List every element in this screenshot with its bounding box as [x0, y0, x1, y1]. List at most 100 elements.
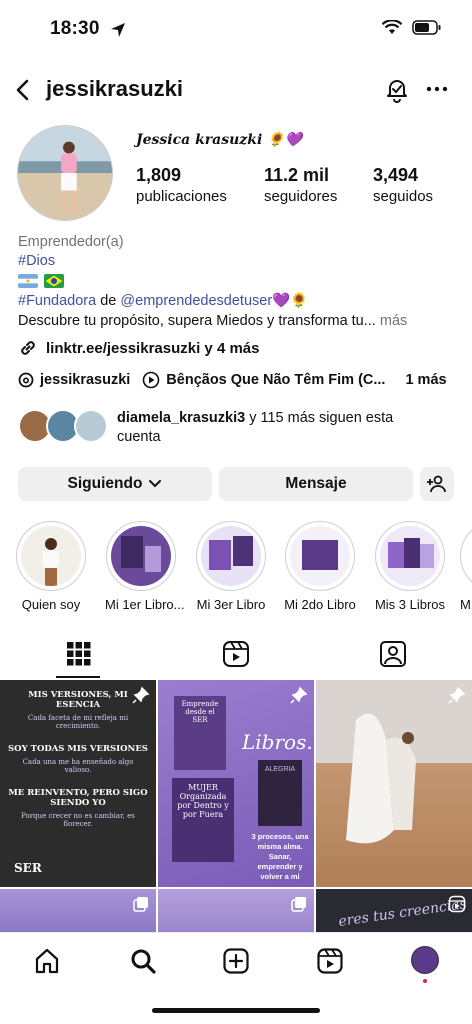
stat-followers[interactable]: 11.2 mil seguidores: [264, 165, 337, 205]
message-button-label: Mensaje: [285, 475, 347, 492]
followed-by-line2: cuenta: [117, 429, 161, 445]
highlight-mi-2do-libro[interactable]: Mi 2do Libro: [284, 521, 356, 612]
post-book: MUJER Organizada por Dentro y por Fuera: [172, 778, 234, 862]
grid-tab-icon[interactable]: [64, 640, 94, 668]
post-thumbnail[interactable]: Emprende desde el SER Libros. MUJER Orga…: [158, 680, 314, 887]
brazil-flag-icon: [44, 274, 64, 289]
threads-icon: [18, 372, 34, 388]
music-title[interactable]: Bênçãos Que Não Têm Fim (C...: [166, 372, 385, 388]
post-thumbnail[interactable]: MIS VERSIONES, MI ESENCIA Cada faceta de…: [0, 680, 156, 887]
status-icons: [382, 20, 442, 35]
post-text: ME REINVENTO, PERO SIGO SIENDO YO: [8, 788, 148, 808]
post-photo: [346, 713, 416, 844]
highlight-mi-3er-libro[interactable]: Mi 3er Libro: [195, 521, 267, 612]
post-thumbnail[interactable]: eres tus creencias: [316, 889, 472, 932]
profile-nav-avatar[interactable]: [411, 946, 439, 974]
reels-icon[interactable]: [316, 947, 344, 975]
highlight-mi-1er-libro[interactable]: Mi 1er Libro...: [105, 521, 185, 612]
highlight-quien-soy[interactable]: Quien soy: [15, 521, 87, 612]
profile-link-row[interactable]: linktr.ee/jessikrasuzki y 4 más: [18, 338, 259, 358]
followed-by-text[interactable]: diamela_krasuzki3 y 115 más siguen esta …: [117, 409, 393, 447]
wifi-icon: [382, 20, 402, 34]
stat-following-value: 3,494: [373, 165, 419, 185]
back-arrow-icon[interactable]: [12, 76, 36, 104]
suggested-users-button[interactable]: [420, 467, 454, 501]
bio-de: de: [100, 293, 117, 309]
play-circle-icon: [142, 371, 160, 389]
highlight-label: M: [460, 597, 471, 612]
battery-icon: [412, 20, 441, 35]
notification-dot: [423, 979, 427, 983]
carousel-icon: [291, 897, 306, 912]
reel-icon: [448, 895, 466, 913]
stat-following[interactable]: 3,494 seguidos: [373, 165, 433, 205]
home-icon[interactable]: [33, 947, 61, 975]
stat-posts-label: publicaciones: [136, 188, 227, 205]
post-text: 3 procesos, una misma alma. Sanar, empre…: [251, 832, 309, 881]
bio-description-line: Descubre tu propósito, supera Miedos y t…: [18, 312, 407, 331]
highlight-label: Mi 2do Libro: [284, 597, 356, 612]
notification-bell-icon[interactable]: [383, 75, 411, 103]
mention-link[interactable]: @emprendedesdetuser: [120, 293, 272, 309]
post-text: Porque crecer no es cambiar, es florecer…: [21, 812, 135, 828]
location-arrow-icon: [111, 23, 125, 37]
stat-followers-value: 11.2 mil: [264, 165, 330, 185]
post-text: Cada faceta de mi refleja mi crecimiento…: [27, 714, 129, 730]
post-book: ALEGRIA: [258, 760, 302, 826]
following-button[interactable]: Siguiendo: [18, 467, 212, 501]
following-button-label: Siguiendo: [67, 475, 143, 492]
chevron-down-icon: [149, 480, 162, 488]
status-time: 18:30: [50, 18, 100, 39]
avatar-photo: [18, 126, 112, 220]
flags-row: [18, 272, 70, 291]
bio-text: Descubre tu propósito, supera Miedos y t…: [18, 313, 376, 329]
post-text: Cada una me ha enseñado algo valioso.: [22, 758, 134, 774]
highlight-cover: [380, 526, 440, 586]
mention-emoji: 💜🌻: [272, 293, 309, 309]
more-options-icon[interactable]: [425, 80, 449, 98]
search-icon[interactable]: [129, 947, 157, 975]
stat-posts-value: 1,809: [136, 165, 182, 185]
highlight-cover: [111, 526, 171, 586]
highlight-cover: [201, 526, 261, 586]
hashtag-fundadora-link[interactable]: #Fundadora: [18, 293, 96, 309]
followed-by-name: diamela_krasuzki3: [117, 410, 246, 426]
header-username: jessikrasuzki: [46, 76, 183, 101]
bio-more-link[interactable]: más: [380, 313, 407, 329]
profile-category: Emprendedor(a): [18, 234, 124, 250]
stat-posts[interactable]: 1,809 publicaciones: [136, 165, 227, 205]
profile-avatar[interactable]: [17, 125, 113, 221]
add-person-icon: [427, 475, 446, 493]
highlight-label: Mi 1er Libro...: [105, 597, 185, 612]
post-book: Emprende desde el SER: [174, 696, 226, 770]
carousel-icon: [133, 897, 148, 912]
highlight-partial[interactable]: M: [460, 521, 472, 612]
threads-handle[interactable]: jessikrasuzki: [40, 372, 130, 388]
pin-icon: [290, 686, 308, 704]
highlight-mis-3-libros[interactable]: Mis 3 Libros: [374, 521, 446, 612]
highlight-label: Mis 3 Libros: [374, 597, 446, 612]
reels-tab-icon[interactable]: [221, 640, 251, 668]
followed-by-rest: y 115 más siguen esta: [245, 410, 394, 426]
pin-icon: [132, 686, 150, 704]
pin-icon: [448, 686, 466, 704]
post-brand: SER: [14, 861, 42, 875]
highlight-cover: [290, 526, 350, 586]
post-text: MIS VERSIONES, MI ESENCIA: [28, 690, 128, 710]
post-thumbnail[interactable]: [316, 680, 472, 887]
post-thumbnail[interactable]: [0, 889, 156, 932]
profile-full-name: Jessica krasuzki 🌻💜: [136, 132, 302, 148]
link-icon: [21, 341, 35, 355]
home-indicator: [152, 1008, 320, 1013]
avatar: [74, 409, 108, 443]
profile-link-text: linktr.ee/jessikrasuzki y 4 más: [46, 339, 260, 357]
music-more[interactable]: 1 más: [405, 372, 446, 388]
post-text: SOY TODAS MIS VERSIONES: [8, 744, 148, 754]
create-post-icon[interactable]: [222, 947, 250, 975]
message-button[interactable]: Mensaje: [219, 467, 413, 501]
stat-followers-label: seguidores: [264, 188, 338, 205]
post-thumbnail[interactable]: [158, 889, 314, 932]
post-text: Libros.: [242, 730, 313, 754]
tagged-tab-icon[interactable]: [378, 640, 408, 668]
hashtag-dios-link[interactable]: #Dios: [18, 252, 55, 271]
